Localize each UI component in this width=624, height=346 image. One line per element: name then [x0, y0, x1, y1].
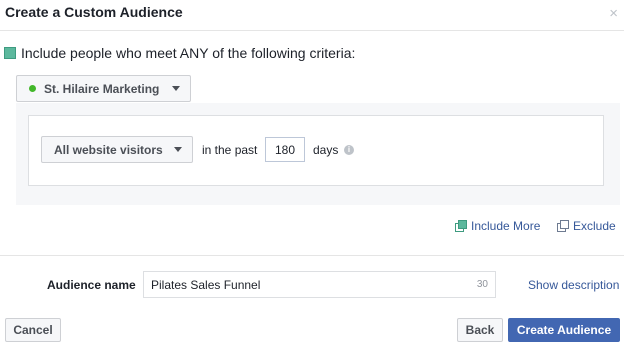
visitor-type-dropdown[interactable]: All website visitors: [41, 136, 193, 163]
in-the-past-label: in the past: [202, 143, 258, 157]
criteria-text: Include people who meet ANY of the follo…: [21, 45, 356, 61]
dialog-title: Create a Custom Audience: [5, 4, 183, 20]
status-dot-icon: [29, 85, 36, 92]
exclude-icon: [557, 220, 569, 232]
audience-name-label: Audience name: [47, 278, 136, 292]
exclude-link[interactable]: Exclude: [557, 219, 616, 233]
cancel-button[interactable]: Cancel: [5, 318, 61, 342]
create-audience-button[interactable]: Create Audience: [508, 318, 620, 342]
char-count: 30: [476, 279, 488, 290]
visitor-type-label: All website visitors: [54, 142, 163, 157]
info-icon[interactable]: i: [344, 145, 354, 155]
caret-down-icon: [172, 86, 180, 91]
include-more-label: Include More: [471, 219, 541, 233]
include-more-link[interactable]: Include More: [455, 219, 540, 233]
include-more-icon: [455, 220, 467, 232]
dialog-header: Create a Custom Audience ×: [0, 0, 624, 31]
caret-down-icon: [174, 147, 182, 152]
criteria-square-icon: [4, 47, 16, 59]
close-icon[interactable]: ×: [609, 6, 618, 21]
show-description-link[interactable]: Show description: [528, 278, 619, 292]
create-custom-audience-dialog: Create a Custom Audience × Include peopl…: [0, 0, 624, 346]
pixel-name: St. Hilaire Marketing: [44, 81, 160, 96]
audience-name-field[interactable]: Pilates Sales Funnel 30: [143, 271, 496, 298]
back-button[interactable]: Back: [457, 318, 503, 342]
audience-name-value: Pilates Sales Funnel: [151, 278, 261, 292]
divider: [0, 255, 624, 256]
criteria-header: Include people who meet ANY of the follo…: [4, 45, 355, 61]
exclude-label: Exclude: [573, 219, 616, 233]
days-label: days: [313, 143, 339, 157]
days-input[interactable]: [265, 137, 305, 162]
pixel-dropdown[interactable]: St. Hilaire Marketing: [16, 75, 191, 102]
